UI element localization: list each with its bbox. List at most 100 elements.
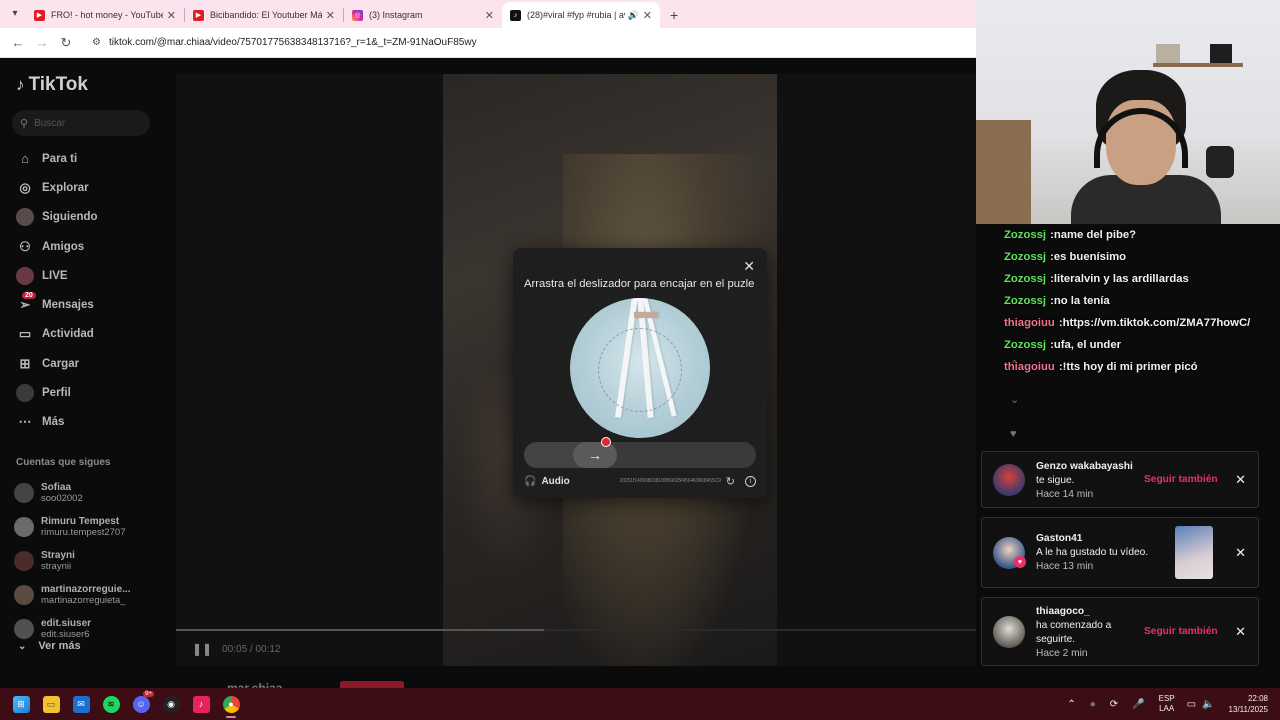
notification-message: ha comenzado a xyxy=(1036,620,1112,631)
discord-icon[interactable]: ☺ 9+ xyxy=(126,688,156,720)
following-item[interactable]: Strayni straynii xyxy=(14,544,130,578)
tiktok-logo[interactable]: ♪ TikTok xyxy=(16,74,88,96)
close-tab-icon[interactable]: ✕ xyxy=(485,9,494,22)
heart-icon[interactable]: ♥ xyxy=(1010,428,1019,440)
obs-icon[interactable]: ◉ xyxy=(156,688,186,720)
chrome-icon[interactable]: ● xyxy=(216,688,246,720)
close-icon[interactable]: ✕ xyxy=(1235,624,1246,640)
see-more-link[interactable]: ⌄ Ver más xyxy=(18,640,81,652)
tab-title: Bicibandido: El Youtuber Más O xyxy=(210,10,322,20)
nav-label: Siguiendo xyxy=(42,211,98,224)
nav-label: Perfil xyxy=(42,387,71,400)
lang-bottom: LAA xyxy=(1159,704,1175,713)
sync-icon[interactable]: ⟳ xyxy=(1110,699,1118,710)
avatar xyxy=(993,616,1025,648)
account-handle: edit.siuser6 xyxy=(41,629,90,640)
close-tab-icon[interactable]: ✕ xyxy=(167,9,176,22)
notification-message: A le ha gustado tu vídeo. xyxy=(1036,547,1149,558)
browser-tab-youtube-2[interactable]: ▶ Bicibandido: El Youtuber Más O ✕ xyxy=(185,2,343,28)
keyboard-language[interactable]: ESP LAA xyxy=(1159,694,1175,714)
nav-item-mas[interactable]: ⋯ Más xyxy=(16,408,98,437)
forward-icon[interactable]: → xyxy=(30,31,54,55)
follow-back-button[interactable]: Seguir también xyxy=(1144,626,1218,637)
address-bar[interactable]: ⚙ tiktok.com/@mar.chiaa/video/7570177563… xyxy=(86,31,970,55)
nav-item-amigos[interactable]: ⚇ Amigos xyxy=(16,232,98,261)
address-text: tiktok.com/@mar.chiaa/video/757017756383… xyxy=(108,37,477,48)
account-name: Sofiaa xyxy=(41,482,72,493)
video-thumbnail[interactable] xyxy=(1175,526,1213,579)
nav-item-actividad[interactable]: ▭ Actividad xyxy=(16,320,98,349)
instagram-icon: ◎ xyxy=(352,9,363,21)
tab-search-menu-icon[interactable]: ▾ xyxy=(4,2,26,24)
microphone-icon[interactable]: 🎤 xyxy=(1132,699,1144,710)
nav-label: Amigos xyxy=(42,240,85,253)
chevron-down-icon: ⌄ xyxy=(18,640,27,652)
site-settings-icon[interactable]: ⚙ xyxy=(92,37,101,48)
close-icon[interactable]: ✕ xyxy=(1235,472,1246,488)
following-item[interactable]: Rimuru Tempest rimuru.tempest2707 xyxy=(14,510,130,544)
nav-item-cargar[interactable]: ⊞ Cargar xyxy=(16,349,98,378)
message-badge: 20 xyxy=(22,292,36,300)
more-icon: ⋯ xyxy=(18,414,32,430)
notification-text: thiaagoco_ ha comenzado a seguirte. Hace… xyxy=(1036,605,1111,661)
file-explorer-icon[interactable]: ▭ xyxy=(36,688,66,720)
spotify-icon[interactable]: ≋ xyxy=(96,688,126,720)
close-icon[interactable]: ✕ xyxy=(1235,545,1246,561)
windows-start-icon[interactable]: ⊞ xyxy=(6,688,36,720)
pause-icon[interactable]: ❚❚ xyxy=(192,642,212,656)
clock-date: 13/11/2025 xyxy=(1228,705,1268,714)
tiktok-sidebar: ♪ TikTok ⚲ Buscar ⌂ Para ti ◎ Explorar Sig… xyxy=(0,58,168,688)
refresh-icon[interactable]: ↻ xyxy=(726,475,735,488)
nav-item-explorar[interactable]: ◎ Explorar xyxy=(16,173,98,202)
back-icon[interactable]: ← xyxy=(6,31,30,55)
browser-tab-instagram[interactable]: ◎ (3) Instagram ✕ xyxy=(344,2,502,28)
close-icon[interactable]: ✕ xyxy=(743,258,755,275)
notification-card[interactable]: thiaagoco_ ha comenzado a seguirte. Hace… xyxy=(981,597,1259,666)
audio-option[interactable]: Audio xyxy=(541,476,569,487)
chat-message: Zozossj: es buenísimo xyxy=(1004,246,1280,268)
notification-card[interactable]: Genzo wakabayashi te sigue. Hace 14 min … xyxy=(981,451,1259,508)
nav-item-perfil[interactable]: Perfil xyxy=(16,378,98,407)
notification-name: thiaagoco_ xyxy=(1036,606,1090,617)
tab-title: (28)#viral #fyp #rubia | avis xyxy=(527,10,625,20)
chevron-up-icon[interactable]: ⌃ xyxy=(1067,699,1075,710)
following-item[interactable]: Sofiaa soo02002 xyxy=(14,476,130,510)
info-icon[interactable]: i xyxy=(745,475,756,487)
chat-username: Zozossj xyxy=(1004,251,1047,263)
volume-icon[interactable]: 🔈 xyxy=(1202,699,1214,710)
reload-icon[interactable]: ↻ xyxy=(54,31,78,55)
new-tab-button[interactable]: + xyxy=(670,7,678,23)
outlook-icon[interactable]: ✉ xyxy=(66,688,96,720)
taskbar-clock[interactable]: 22:08 13/11/2025 xyxy=(1229,693,1268,715)
display-icon[interactable]: ▭ xyxy=(1187,699,1196,710)
nav-item-mensajes[interactable]: ➢ 20 Mensajes xyxy=(16,290,98,319)
comment-icon: ▭ xyxy=(18,326,32,342)
notification-card[interactable]: ♥ Gaston41 A le ha gustado tu vídeo. Hac… xyxy=(981,517,1259,588)
close-tab-icon[interactable]: ✕ xyxy=(326,9,335,22)
chat-username: thiagoiuu xyxy=(1004,361,1055,373)
chat-username: Zozossj xyxy=(1004,273,1047,285)
headphones-icon[interactable]: 🎧 xyxy=(524,476,536,487)
chevron-down-icon[interactable]: ⌄ xyxy=(1010,393,1019,406)
heart-icon: ♥ xyxy=(1014,556,1026,568)
slider-handle[interactable]: → xyxy=(573,442,617,468)
tiktok-live-icon[interactable]: ♪ xyxy=(186,688,216,720)
account-handle: soo02002 xyxy=(41,493,83,504)
clock-time: 22:08 xyxy=(1247,694,1268,703)
following-item[interactable]: martinazorreguie... martinazorreguieta_ xyxy=(14,578,130,612)
avatar xyxy=(16,208,34,227)
browser-tab-youtube-1[interactable]: ▶ FRO! - hot money - YouTube ✕ xyxy=(26,2,184,28)
browser-tab-tiktok[interactable]: ♪ (28)#viral #fyp #rubia | avis 🔊 ✕ xyxy=(502,2,660,28)
nav-item-live[interactable]: LIVE xyxy=(16,261,98,290)
tray-app-icon[interactable]: ● xyxy=(1090,699,1096,710)
captcha-slider[interactable]: → xyxy=(524,437,756,468)
follow-back-button[interactable]: Seguir también xyxy=(1144,474,1218,485)
captcha-footer: 🎧 Audio 20251f140908038180f69025f4564636… xyxy=(524,474,756,488)
close-tab-icon[interactable]: ✕ xyxy=(643,9,652,22)
search-input[interactable]: ⚲ Buscar xyxy=(12,110,150,136)
video-progress-bar[interactable] xyxy=(176,629,976,631)
speaker-icon[interactable]: 🔊 xyxy=(628,10,639,21)
video-controls: ❚❚ 00:05 / 00:12 xyxy=(192,642,281,656)
nav-item-para-ti[interactable]: ⌂ Para ti xyxy=(16,144,98,173)
nav-item-siguiendo[interactable]: Siguiendo xyxy=(16,203,98,232)
